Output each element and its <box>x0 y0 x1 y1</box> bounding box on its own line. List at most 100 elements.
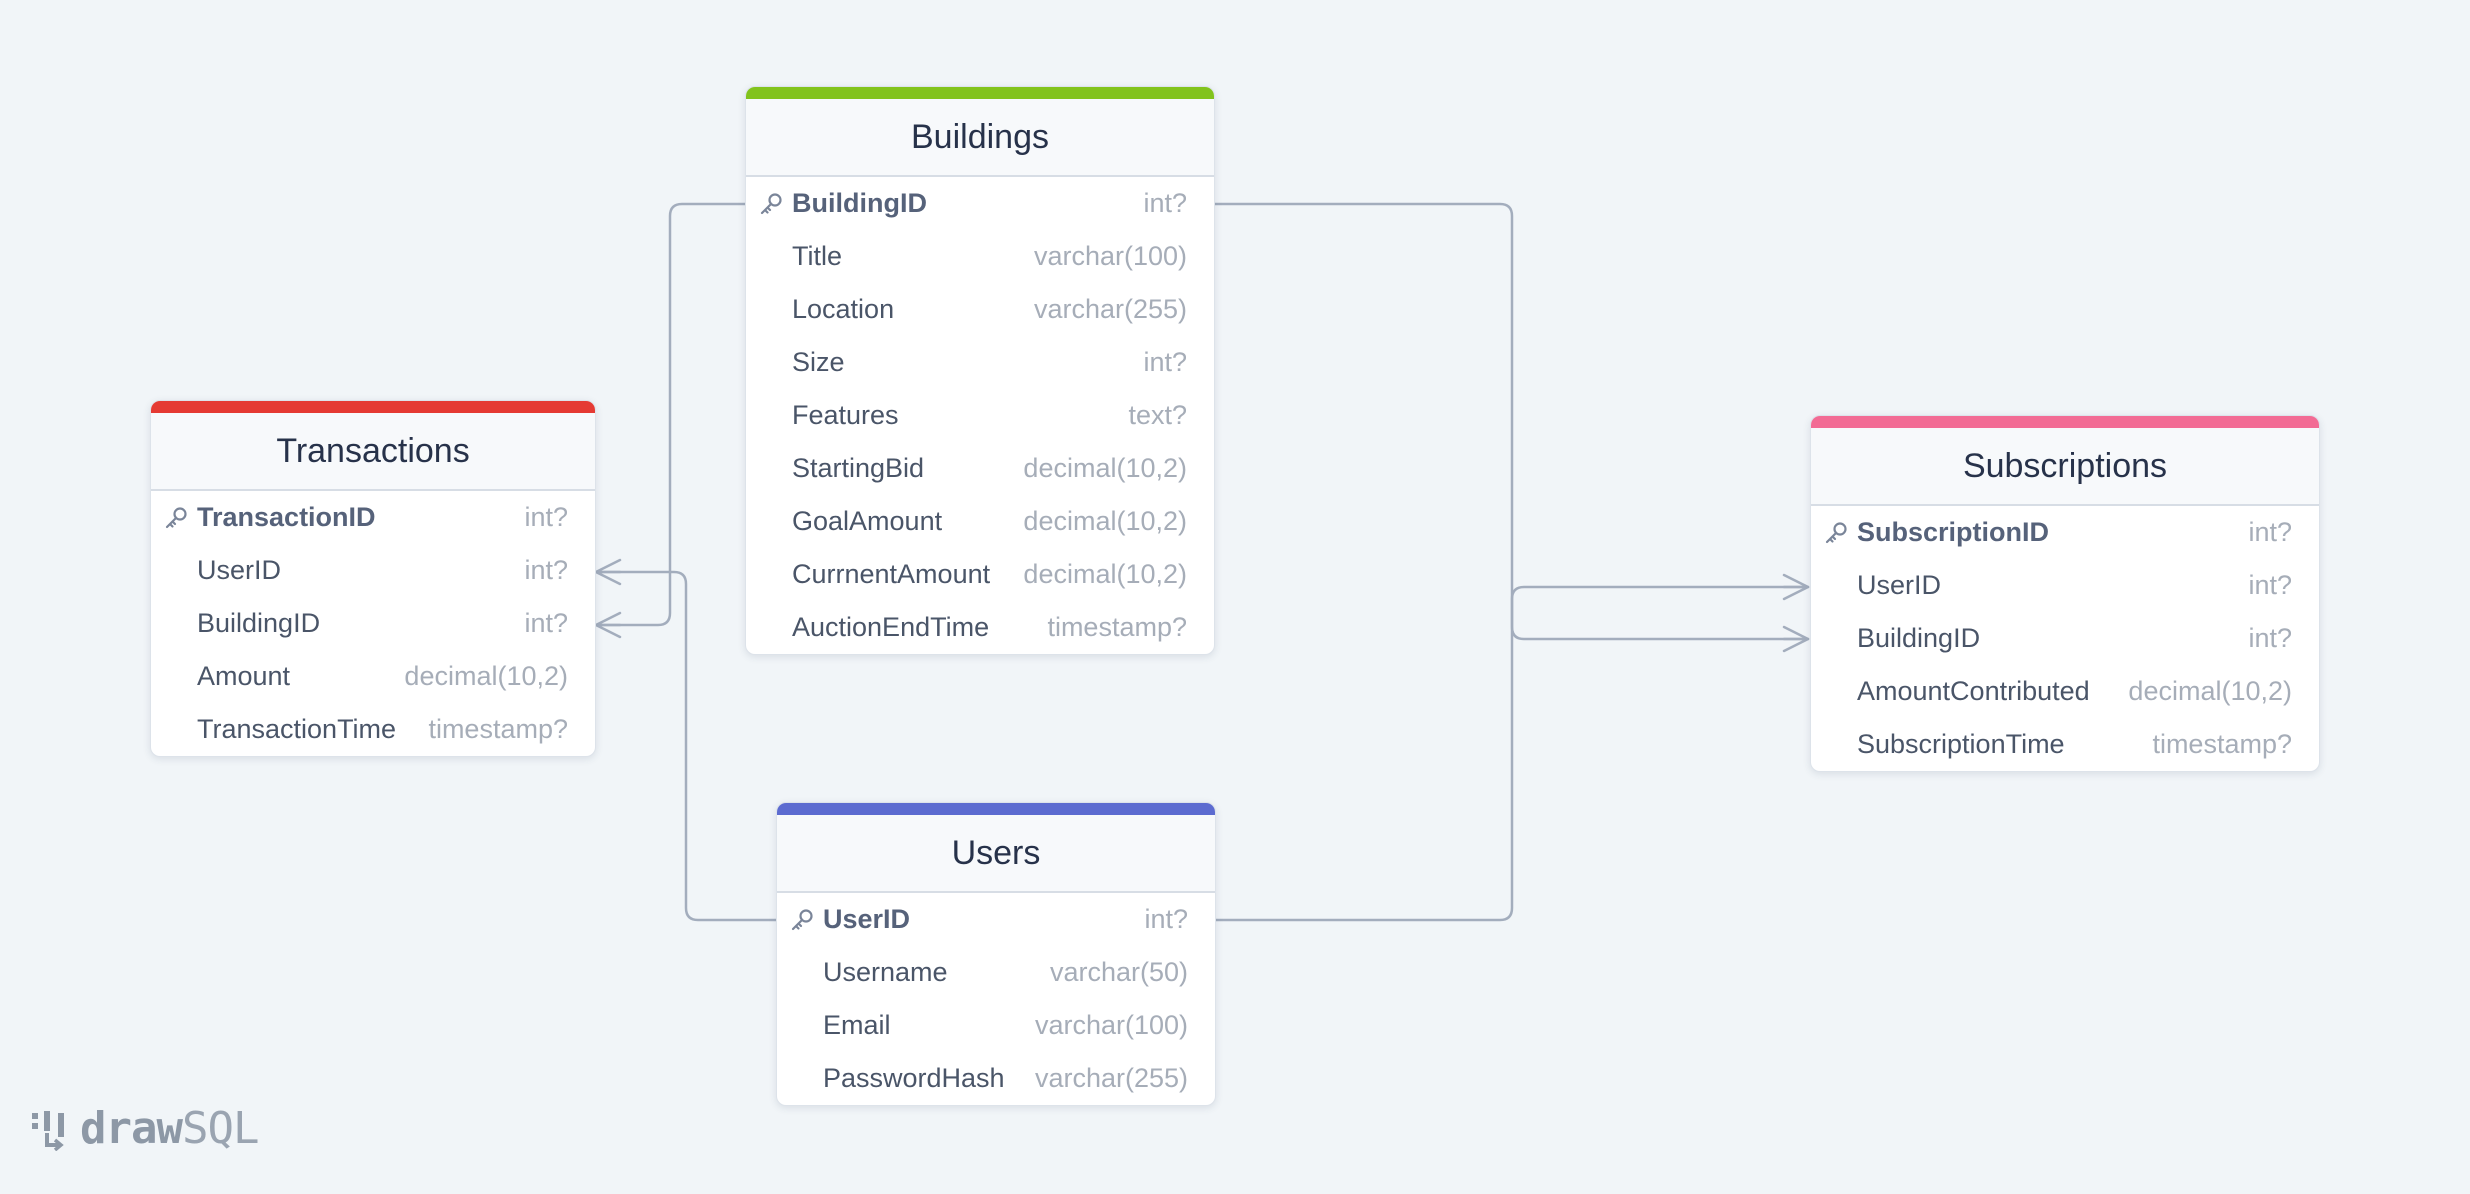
column-type: int? <box>2248 517 2292 547</box>
table-accent <box>746 87 1214 99</box>
column-type: int? <box>1143 188 1187 218</box>
column-row[interactable]: CurrnentAmount decimal(10,2) <box>746 548 1214 601</box>
column-name: TransactionTime <box>197 714 397 744</box>
column-name: CurrnentAmount <box>792 559 991 589</box>
table-accent <box>777 803 1215 815</box>
table-buildings[interactable]: Buildings BuildingID int? Title varchar(100… <box>745 86 1215 655</box>
logo-word-sql: SQL <box>181 1103 259 1154</box>
column-type: varchar(255) <box>1033 294 1187 324</box>
column-type: int? <box>524 555 568 585</box>
column-row[interactable]: AuctionEndTime timestamp? <box>746 601 1214 654</box>
table-columns: BuildingID int? Title varchar(100) Location v… <box>746 177 1214 654</box>
crowfoot-subscriptions-userid <box>1782 573 1810 601</box>
link-users-subscriptions[interactable] <box>1212 585 1810 922</box>
column-type: varchar(255) <box>1034 1063 1188 1093</box>
column-name: Location <box>792 294 895 324</box>
column-name: Amount <box>197 661 291 691</box>
column-name: BuildingID <box>792 188 927 218</box>
column-type: varchar(100) <box>1034 1010 1188 1040</box>
column-type: varchar(100) <box>1033 241 1187 271</box>
column-row[interactable]: SubscriptionTime timestamp? <box>1811 718 2319 771</box>
key-icon <box>758 191 784 217</box>
table-columns: UserID int? Username varchar(50) Email varcha… <box>777 893 1215 1105</box>
column-type: timestamp? <box>1047 612 1187 642</box>
column-name: Username <box>823 957 948 987</box>
table-title[interactable]: Subscriptions <box>1811 428 2319 506</box>
drawsql-logo[interactable]: draw SQL <box>28 1103 259 1154</box>
column-name: AuctionEndTime <box>792 612 990 642</box>
table-title[interactable]: Transactions <box>151 413 595 491</box>
table-columns: SubscriptionID int? UserID int? BuildingID in… <box>1811 506 2319 771</box>
column-row[interactable]: UserID int? <box>1811 559 2319 612</box>
table-users[interactable]: Users UserID int? Username varchar(50) Email… <box>776 802 1216 1106</box>
column-type: timestamp? <box>428 714 568 744</box>
column-type: int? <box>1143 347 1187 377</box>
column-row[interactable]: UserID int? <box>777 893 1215 946</box>
column-row[interactable]: GoalAmount decimal(10,2) <box>746 495 1214 548</box>
table-accent <box>151 401 595 413</box>
column-name: Features <box>792 400 899 430</box>
column-name: UserID <box>1857 570 1942 600</box>
column-name: TransactionID <box>197 502 376 532</box>
column-row[interactable]: UserID int? <box>151 544 595 597</box>
column-type: int? <box>2248 623 2292 653</box>
column-row[interactable]: TransactionTime timestamp? <box>151 703 595 756</box>
column-name: SubscriptionID <box>1857 517 2050 547</box>
logo-word-draw: draw <box>80 1103 183 1154</box>
column-row[interactable]: SubscriptionID int? <box>1811 506 2319 559</box>
key-icon <box>163 505 189 531</box>
column-type: int? <box>2248 570 2292 600</box>
column-name: BuildingID <box>197 608 321 638</box>
column-type: int? <box>524 502 568 532</box>
table-columns: TransactionID int? UserID int? BuildingID int… <box>151 491 595 756</box>
crowfoot-subscriptions-buildingid <box>1782 625 1810 653</box>
column-row[interactable]: BuildingID int? <box>1811 612 2319 665</box>
link-buildings-subscriptions[interactable] <box>1212 202 1810 641</box>
column-row[interactable]: Features text? <box>746 389 1214 442</box>
column-type: int? <box>1144 904 1188 934</box>
column-row[interactable]: StartingBid decimal(10,2) <box>746 442 1214 495</box>
key-icon <box>1823 520 1849 546</box>
column-type: decimal(10,2) <box>1023 559 1187 589</box>
table-title[interactable]: Buildings <box>746 99 1214 177</box>
crowfoot-transactions-userid <box>594 558 622 586</box>
column-row[interactable]: Location varchar(255) <box>746 283 1214 336</box>
column-name: StartingBid <box>792 453 925 483</box>
diagram-canvas[interactable]: Transactions TransactionID int? UserID int?… <box>0 0 2470 1194</box>
column-type: timestamp? <box>2152 729 2292 759</box>
column-type: decimal(10,2) <box>1023 506 1187 536</box>
drawsql-logo-icon <box>32 1110 64 1151</box>
column-row[interactable]: Size int? <box>746 336 1214 389</box>
column-name: BuildingID <box>1857 623 1981 653</box>
column-name: Title <box>792 241 843 271</box>
column-type: int? <box>524 608 568 638</box>
table-title[interactable]: Users <box>777 815 1215 893</box>
table-subscriptions[interactable]: Subscriptions SubscriptionID int? UserID in… <box>1810 415 2320 772</box>
column-name: UserID <box>823 904 911 934</box>
column-name: AmountContributed <box>1857 676 2090 706</box>
column-row[interactable]: Username varchar(50) <box>777 946 1215 999</box>
column-name: GoalAmount <box>792 506 943 536</box>
key-icon <box>789 907 815 933</box>
column-row[interactable]: Email varchar(100) <box>777 999 1215 1052</box>
crowfoot-transactions-buildingid <box>594 611 622 639</box>
column-name: SubscriptionTime <box>1857 729 2065 759</box>
column-row[interactable]: Title varchar(100) <box>746 230 1214 283</box>
column-name: Size <box>792 347 845 377</box>
column-name: UserID <box>197 555 282 585</box>
column-row[interactable]: BuildingID int? <box>151 597 595 650</box>
table-transactions[interactable]: Transactions TransactionID int? UserID int?… <box>150 400 596 757</box>
column-row[interactable]: Amount decimal(10,2) <box>151 650 595 703</box>
column-type: text? <box>1128 400 1187 430</box>
table-accent <box>1811 416 2319 428</box>
column-row[interactable]: BuildingID int? <box>746 177 1214 230</box>
column-type: decimal(10,2) <box>1023 453 1187 483</box>
column-row[interactable]: PasswordHash varchar(255) <box>777 1052 1215 1105</box>
column-name: PasswordHash <box>823 1063 1005 1093</box>
column-name: Email <box>823 1010 891 1040</box>
column-row[interactable]: AmountContributed decimal(10,2) <box>1811 665 2319 718</box>
column-row[interactable]: TransactionID int? <box>151 491 595 544</box>
column-type: decimal(10,2) <box>404 661 568 691</box>
column-type: decimal(10,2) <box>2128 676 2292 706</box>
column-type: varchar(50) <box>1049 957 1188 987</box>
